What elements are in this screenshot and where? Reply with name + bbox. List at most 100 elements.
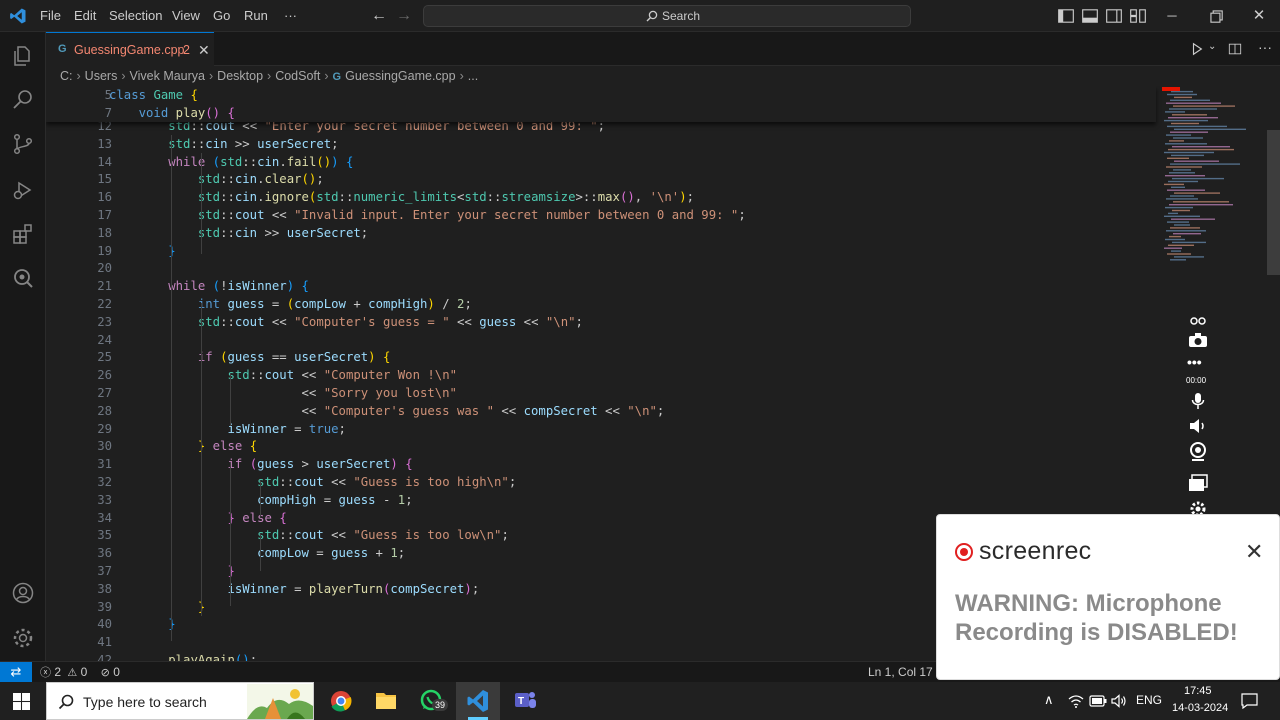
close-popup-icon[interactable]: ✕	[1245, 539, 1263, 565]
forward-arrow-icon[interactable]: →	[395, 7, 413, 25]
run-debug-icon[interactable]	[11, 178, 35, 202]
breadcrumb-item[interactable]: ...	[468, 69, 478, 83]
code-text[interactable]: compLow = guess + 1;	[109, 544, 405, 562]
code-text[interactable]: while (std::cin.fail()) {	[109, 153, 353, 171]
remote-explorer-icon[interactable]	[11, 266, 35, 290]
toggle-panel-icon[interactable]	[1081, 7, 1099, 25]
screen-area-icon[interactable]	[1188, 474, 1208, 492]
run-code-icon[interactable]	[1190, 42, 1204, 56]
minimap-line	[1170, 163, 1240, 165]
code-text[interactable]: std::cin >> userSecret;	[109, 135, 338, 153]
breadcrumb-item[interactable]: Users	[85, 69, 118, 83]
split-editor-icon[interactable]	[1228, 42, 1242, 56]
webcam-icon[interactable]	[1188, 442, 1208, 462]
minimap-line	[1167, 93, 1197, 96]
manage-gear-icon[interactable]	[11, 626, 35, 650]
source-control-icon[interactable]	[11, 132, 35, 156]
code-text[interactable]: std::cout << "Invalid input. Enter your …	[109, 206, 746, 224]
code-text[interactable]: class Game {	[109, 86, 198, 104]
vscode-taskbar-icon[interactable]	[458, 685, 498, 717]
cursor-position[interactable]: Ln 1, Col 17	[868, 665, 933, 679]
screenrec-more-icon[interactable]: •••	[1187, 354, 1202, 370]
screenrec-drag-icon[interactable]	[1190, 316, 1206, 326]
code-text[interactable]: std::cout << "Guess is too low\n";	[109, 526, 509, 544]
minimap-line	[1169, 235, 1181, 238]
minimap-line	[1172, 209, 1190, 212]
explorer-icon[interactable]	[11, 44, 35, 68]
tab-guessinggame-cpp[interactable]: G GuessingGame.cpp 2 ✕	[46, 32, 214, 66]
clock-time[interactable]: 17:45	[1184, 685, 1212, 697]
wifi-icon[interactable]	[1068, 694, 1084, 708]
menu-selection[interactable]: Selection	[109, 0, 162, 32]
accounts-icon[interactable]	[11, 581, 35, 605]
code-text[interactable]: int guess = (compLow + compHigh) / 2;	[109, 295, 472, 313]
code-text[interactable]: std::cout << "Computer Won !\n"	[109, 366, 457, 384]
minimap-line	[1168, 148, 1234, 151]
menu-go[interactable]: Go	[213, 0, 230, 32]
minimize-icon[interactable]: ─	[1163, 7, 1181, 25]
code-text[interactable]: std::cin >> userSecret;	[109, 224, 368, 242]
notifications-icon[interactable]	[1241, 693, 1258, 709]
code-text[interactable]: void play() {	[109, 104, 235, 122]
code-text[interactable]: }	[109, 242, 175, 260]
menu-more[interactable]: ···	[284, 0, 297, 32]
code-text[interactable]: << "Sorry you lost\n"	[109, 384, 456, 402]
tab-close-icon[interactable]: ✕	[198, 42, 210, 59]
back-arrow-icon[interactable]: ←	[370, 7, 388, 25]
code-text[interactable]: if (guess > userSecret) {	[109, 455, 412, 473]
code-text[interactable]: playAgain();	[109, 651, 257, 661]
customize-layout-icon[interactable]	[1129, 7, 1147, 25]
extensions-icon[interactable]	[11, 222, 35, 246]
editor-scrollbar[interactable]	[1267, 130, 1280, 275]
breadcrumb-item[interactable]: C:	[60, 69, 73, 83]
problems-indicator[interactable]: ⓧ 2 ⚠ 0 ⊘ 0	[40, 664, 120, 680]
clock-date[interactable]: 14-03-2024	[1172, 702, 1228, 714]
speaker-icon[interactable]	[1188, 418, 1208, 434]
code-text[interactable]: std::cout << "Computer's guess = " << gu…	[109, 313, 583, 331]
windows-start-icon[interactable]	[13, 693, 30, 710]
file-explorer-taskbar-icon[interactable]	[366, 685, 406, 717]
indent-guide	[200, 153, 202, 254]
menu-file[interactable]: File	[40, 0, 61, 32]
code-text[interactable]: std::cin.clear();	[109, 170, 324, 188]
code-text[interactable]: << "Computer's guess was " << compSecret…	[109, 402, 664, 420]
show-hidden-icons-icon[interactable]: ∧	[1044, 692, 1054, 708]
chrome-taskbar-icon[interactable]	[321, 685, 361, 717]
code-text[interactable]: while (!isWinner) {	[109, 277, 309, 295]
microphone-icon[interactable]	[1190, 392, 1206, 410]
toggle-primary-sidebar-icon[interactable]	[1057, 7, 1075, 25]
more-actions-icon[interactable]: ···	[1258, 39, 1272, 55]
battery-icon[interactable]	[1089, 695, 1107, 707]
toggle-secondary-sidebar-icon[interactable]	[1105, 7, 1123, 25]
minimap-line	[1166, 102, 1221, 104]
code-text[interactable]: isWinner = playerTurn(compSecret);	[109, 580, 479, 598]
teams-taskbar-icon[interactable]: T	[504, 685, 544, 717]
menu-edit[interactable]: Edit	[74, 0, 96, 32]
taskbar-search-box[interactable]: Type here to search	[46, 682, 314, 720]
code-text[interactable]: std::cin.ignore(std::numeric_limits<std:…	[109, 188, 694, 206]
menu-view[interactable]: View	[172, 0, 200, 32]
breadcrumb-item[interactable]: GuessingGame.cpp	[345, 69, 455, 83]
breadcrumb-item[interactable]: Vivek Maurya	[130, 69, 206, 83]
command-center-search[interactable]: Search	[423, 5, 911, 27]
sticky-scroll-header[interactable]: 5 class Game {7 void play() {	[46, 86, 1156, 122]
language-indicator[interactable]: ENG	[1136, 693, 1162, 707]
close-window-icon[interactable]: ✕	[1250, 7, 1268, 25]
code-text[interactable]: }	[109, 615, 175, 633]
restore-icon[interactable]	[1207, 7, 1225, 25]
remote-indicator-icon[interactable]: ⇄	[0, 662, 32, 683]
code-text[interactable]: if (guess == userSecret) {	[109, 348, 391, 366]
menu-run[interactable]: Run	[244, 0, 268, 32]
minimap[interactable]	[1160, 86, 1265, 266]
breadcrumb-item[interactable]: Desktop	[217, 69, 263, 83]
search-sidebar-icon[interactable]	[11, 88, 35, 112]
volume-icon[interactable]	[1111, 694, 1127, 708]
camera-icon[interactable]	[1188, 332, 1208, 348]
breadcrumb-item[interactable]: CodSoft	[275, 69, 320, 83]
code-text[interactable]: } else {	[109, 437, 257, 455]
vscode-logo-icon[interactable]	[9, 7, 27, 25]
code-text[interactable]: isWinner = true;	[109, 420, 345, 438]
code-text[interactable]: }	[109, 598, 205, 616]
run-dropdown-chevron-icon[interactable]: ⌄	[1208, 41, 1216, 52]
code-text[interactable]: std::cout << "Guess is too high\n";	[109, 473, 516, 491]
